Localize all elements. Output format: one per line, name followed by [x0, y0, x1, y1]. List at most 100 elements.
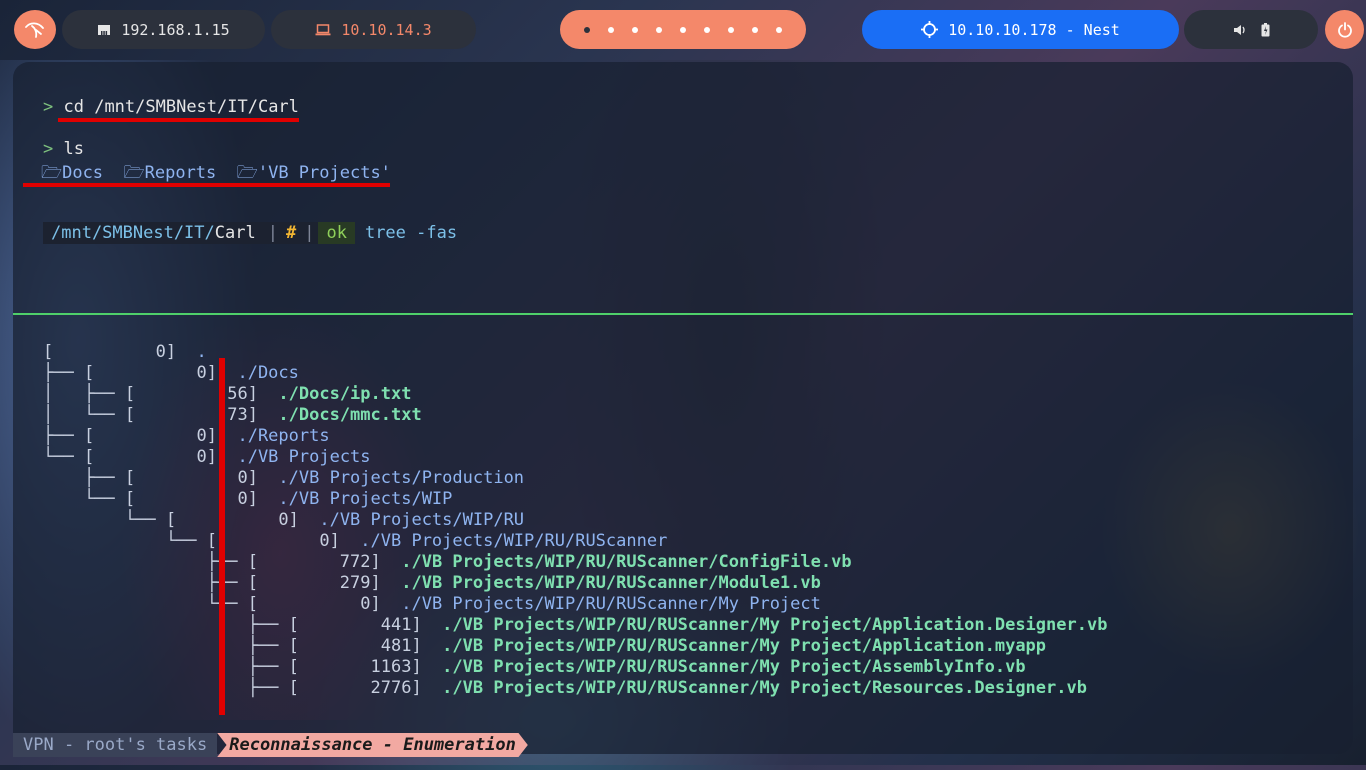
ls-item: Docs: [62, 163, 104, 183]
ethernet-icon: [97, 23, 111, 37]
workspace-dot-5[interactable]: [680, 26, 686, 33]
tree-line: ├── [ 0] ./Reports: [43, 426, 330, 446]
tree-prefix: ├── [ 481]: [43, 636, 443, 656]
workspace-switcher[interactable]: [560, 10, 806, 49]
tree-line: ├── [ 772] ./VB Projects/WIP/RU/RUScanne…: [43, 552, 852, 572]
folder-icon: 🗁: [236, 163, 258, 183]
tree-dir-path: ./VB Projects/WIP/RU/RUScanner: [360, 531, 668, 551]
battery-icon[interactable]: [1261, 22, 1270, 37]
tree-file-path: ./Docs/mmc.txt: [278, 405, 422, 425]
pane-separator: [13, 313, 1353, 315]
tree-prefix: [ 0]: [43, 342, 197, 362]
tree-prefix: ├── [ 0]: [43, 363, 238, 383]
target-text: 10.10.10.178 - Nest: [948, 20, 1120, 39]
prompt-status: /mnt/SMBNest/IT/Carl | # | ok tree -fas: [43, 222, 457, 244]
tree-dir-path: ./VB Projects/WIP: [278, 489, 453, 509]
tree-line: │ ├── [ 56] ./Docs/ip.txt: [43, 384, 411, 404]
tree-line: ├── [ 481] ./VB Projects/WIP/RU/RUScanne…: [43, 636, 1046, 656]
ls-item: Reports: [144, 163, 217, 183]
workspace-dot-3[interactable]: [632, 26, 638, 33]
power-button[interactable]: [1325, 10, 1364, 49]
tree-file-path: ./VB Projects/WIP/RU/RUScanner/My Projec…: [442, 678, 1087, 698]
tree-line: └── [ 0] ./VB Projects: [43, 447, 371, 467]
red-underline: [23, 183, 390, 187]
workspace-dot-7[interactable]: [728, 26, 734, 33]
status-separator: |: [300, 222, 319, 244]
system-tray[interactable]: [1184, 10, 1318, 49]
crosshair-icon: [921, 21, 939, 38]
tree-prefix: ├── [ 441]: [43, 615, 443, 635]
workspace-dot-2[interactable]: [608, 26, 614, 33]
workspace-dot-1[interactable]: [584, 26, 590, 33]
tree-file-path: ./VB Projects/WIP/RU/RUScanner/My Projec…: [442, 615, 1108, 635]
workspace-dot-4[interactable]: [656, 26, 662, 33]
workspace-dot-9[interactable]: [776, 26, 782, 33]
status-separator: |: [263, 222, 282, 244]
tree-prefix: └── [ 0]: [43, 447, 238, 467]
tree-file-path: ./VB Projects/WIP/RU/RUScanner/My Projec…: [442, 636, 1047, 656]
tree-dir-path: ./VB Projects/WIP/RU/RUScanner/My Projec…: [401, 594, 821, 614]
ls-item: 'VB Projects': [257, 163, 391, 183]
tree-dir-path: ./VB Projects/Production: [278, 468, 525, 488]
prompt: >: [43, 97, 54, 117]
kali-logo-button[interactable]: [14, 10, 56, 49]
tree-line: ├── [ 0] ./VB Projects/Production: [43, 468, 524, 488]
top-bar: 192.168.1.15 10.10.14.3 10.10.10.178 - N…: [0, 10, 1366, 50]
status-path: /mnt/SMBNest/IT/Carl: [43, 222, 264, 244]
folder-icon: 🗁: [41, 163, 63, 183]
tree-prefix: ├── [ 2776]: [43, 678, 443, 698]
folder-icon: 🗁: [123, 163, 145, 183]
power-icon: [1337, 21, 1352, 38]
red-highlight-bar: [219, 358, 225, 715]
command-text: cd /mnt/SMBNest/IT/Carl: [63, 97, 299, 117]
vpn-ip-text: 10.10.14.3: [341, 20, 432, 39]
target-widget[interactable]: 10.10.10.178 - Nest: [862, 10, 1179, 49]
terminal-window[interactable]: > cd /mnt/SMBNest/IT/Carl > ls 🗁Docs 🗁Re…: [13, 62, 1353, 754]
tree-line: └── [ 0] ./VB Projects/WIP/RU/RUScanner: [43, 531, 668, 551]
tree-line: ├── [ 1163] ./VB Projects/WIP/RU/RUScann…: [43, 657, 1026, 677]
workspace-dot-6[interactable]: [704, 26, 710, 33]
tree-line: ├── [ 2776] ./VB Projects/WIP/RU/RUScann…: [43, 678, 1087, 698]
tree-line: ├── [ 0] ./Docs: [43, 363, 299, 383]
local-ip-text: 192.168.1.15: [121, 20, 230, 39]
tree-prefix: └── [ 0]: [43, 531, 361, 551]
tree-dir-path: ./Reports: [237, 426, 330, 446]
tree-file-path: ./VB Projects/WIP/RU/RUScanner/My Projec…: [442, 657, 1026, 677]
task-label: Reconnaissance - Enumeration: [217, 733, 528, 757]
tree-dir-path: ./VB Projects/WIP/RU: [319, 510, 525, 530]
tree-line: [ 0] .: [43, 342, 207, 362]
red-underline: [58, 118, 299, 122]
tree-dir-path: .: [196, 342, 207, 362]
tree-dir-path: ./Docs: [237, 363, 299, 383]
workspace-dot-8[interactable]: [752, 26, 758, 33]
tree-line: ├── [ 279] ./VB Projects/WIP/RU/RUScanne…: [43, 573, 821, 593]
tree-prefix: ├── [ 0]: [43, 426, 238, 446]
laptop-icon: [315, 23, 331, 36]
command-line-2: > ls: [43, 139, 84, 159]
volume-icon[interactable]: [1233, 24, 1247, 36]
tree-line: └── [ 0] ./VB Projects/WIP/RU/RUScanner/…: [43, 594, 821, 614]
tree-prefix: ├── [ 0]: [43, 468, 279, 488]
tree-prefix: │ ├── [ 56]: [43, 384, 279, 404]
status-ok-badge: ok: [318, 222, 355, 244]
tree-prefix: │ └── [ 73]: [43, 405, 279, 425]
tree-dir-path: ./VB Projects: [237, 447, 371, 467]
command-text: ls: [63, 139, 84, 159]
tmux-status-bar: VPN - root's tasks Reconnaissance - Enum…: [13, 733, 528, 757]
path-current: Carl: [214, 223, 256, 243]
local-ip-widget[interactable]: 192.168.1.15: [62, 10, 265, 49]
root-hash-icon: #: [281, 222, 301, 244]
tree-line: ├── [ 441] ./VB Projects/WIP/RU/RUScanne…: [43, 615, 1108, 635]
tree-line: └── [ 0] ./VB Projects/WIP: [43, 489, 452, 509]
tree-file-path: ./VB Projects/WIP/RU/RUScanner/ConfigFil…: [401, 552, 852, 572]
tree-file-path: ./VB Projects/WIP/RU/RUScanner/Module1.v…: [401, 573, 821, 593]
tree-prefix: └── [ 0]: [43, 489, 279, 509]
path-prefix: /mnt/SMBNest/IT/: [51, 223, 215, 243]
tree-prefix: └── [ 0]: [43, 510, 320, 530]
vpn-ip-widget[interactable]: 10.10.14.3: [271, 10, 476, 49]
tree-file-path: ./Docs/ip.txt: [278, 384, 412, 404]
tree-prefix: ├── [ 1163]: [43, 657, 443, 677]
session-label: VPN - root's tasks: [13, 733, 218, 757]
typed-command: tree -fas: [364, 223, 458, 243]
tree-line: │ └── [ 73] ./Docs/mmc.txt: [43, 405, 422, 425]
